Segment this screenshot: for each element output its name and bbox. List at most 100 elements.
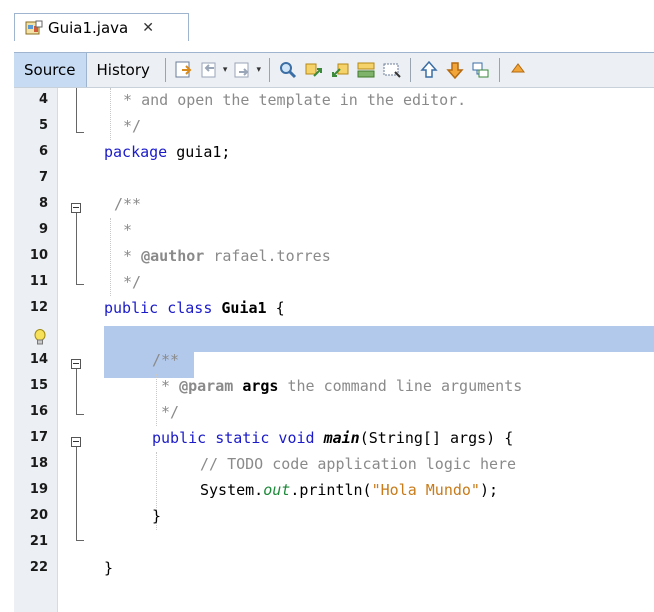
line-number: 21 [29, 534, 48, 549]
code-text: * @author rafael.torres [114, 247, 331, 265]
code-line[interactable]: 22} [14, 556, 654, 582]
find-selection-icon[interactable] [381, 59, 403, 81]
code-line[interactable]: 9 * [14, 218, 654, 244]
tab-title: Guia1.java [48, 18, 129, 37]
code-token: @author [141, 247, 205, 265]
code-text: * @param args the command line arguments [152, 377, 522, 395]
code-token: .println( [290, 481, 372, 499]
code-text: public static void main(String[] args) { [152, 429, 513, 447]
code-text: /** [152, 351, 179, 369]
code-token: */ [152, 403, 180, 421]
code-text: } [152, 507, 161, 525]
code-token: /** [114, 195, 142, 213]
line-number: 17 [29, 430, 48, 445]
shift-icon[interactable] [507, 59, 529, 81]
line-number: 10 [29, 248, 48, 263]
code-text: // TODO code application logic here [200, 455, 516, 473]
line-number: 20 [29, 508, 48, 523]
line-number: 9 [38, 222, 48, 237]
last-edit-icon[interactable] [173, 59, 195, 81]
line-number: 6 [38, 144, 48, 159]
code-token: * [152, 377, 180, 395]
code-token: * [114, 221, 133, 239]
chevron-down-icon[interactable]: ▾ [256, 65, 261, 75]
code-token: "Hola Mundo" [371, 481, 480, 499]
close-icon[interactable]: ✕ [142, 20, 154, 36]
code-line[interactable]: 11 */ [14, 270, 654, 296]
line-number: 19 [29, 482, 48, 497]
line-number: 8 [38, 196, 48, 211]
previous-bookmark-icon[interactable] [418, 59, 440, 81]
code-line[interactable]: 19 System.out.println("Hola Mundo"); [14, 478, 654, 504]
line-number: 22 [29, 560, 48, 575]
line-number: 5 [38, 118, 48, 133]
code-line[interactable]: 17 public static void main(String[] args)… [14, 426, 654, 452]
find-next-icon[interactable] [329, 59, 351, 81]
code-token: */ [114, 117, 142, 135]
code-line[interactable]: 4 * and open the template in the editor. [14, 88, 654, 114]
code-line[interactable]: 10 * @author rafael.torres [14, 244, 654, 270]
code-editor[interactable]: 4 * and open the template in the editor.… [14, 88, 654, 612]
code-line[interactable]: 5 */ [14, 114, 654, 140]
java-file-icon [25, 20, 43, 36]
tab-guia1-java[interactable]: Guia1.java ✕ [14, 13, 189, 41]
code-token: @param [179, 377, 234, 395]
editor-toolbar: Source History ▾ ▾ [14, 52, 654, 88]
code-text: package guia1; [104, 143, 230, 161]
code-token: args [242, 377, 279, 395]
toolbar-separator [268, 58, 270, 82]
toggle-highlight-icon[interactable] [355, 59, 377, 81]
code-token: // TODO code application logic here [200, 455, 517, 473]
code-line[interactable]: 18 // TODO code application logic here [14, 452, 654, 478]
code-token: } [104, 559, 114, 577]
toolbar-separator [498, 58, 500, 82]
code-token: ); [479, 481, 499, 499]
code-token: } [152, 507, 162, 525]
code-text: System.out.println("Hola Mundo"); [200, 481, 498, 499]
code-token: { [266, 299, 285, 317]
code-line[interactable] [14, 322, 654, 348]
line-number: 11 [29, 274, 48, 289]
code-line[interactable]: 8 /** [14, 192, 654, 218]
find-previous-icon[interactable] [303, 59, 325, 81]
code-token: Guia1 [221, 299, 267, 317]
code-text: */ [152, 403, 179, 421]
line-number: 7 [38, 170, 48, 185]
code-line[interactable]: 15 * @param args the command line argume… [14, 374, 654, 400]
line-number: 18 [29, 456, 48, 471]
chevron-down-icon[interactable]: ▾ [223, 65, 228, 75]
code-line[interactable]: 6 package guia1; [14, 140, 654, 166]
code-token: main [323, 429, 360, 447]
history-tab[interactable]: History [87, 53, 160, 87]
code-token: guia1; [167, 143, 231, 161]
code-token: * [114, 247, 142, 265]
toolbar-separator [409, 58, 411, 82]
code-line[interactable]: 20} [14, 504, 654, 530]
code-token: /** [152, 351, 180, 369]
code-token: out [263, 481, 291, 499]
code-token: the command line arguments [278, 377, 523, 395]
line-number: 16 [29, 404, 48, 419]
code-line[interactable]: 12 public class Guia1 { [14, 296, 654, 322]
code-text: public class Guia1 { [104, 299, 285, 317]
code-token: public static void [152, 429, 315, 447]
line-number: 4 [38, 92, 48, 107]
code-line[interactable]: 16 */ [14, 400, 654, 426]
source-tab[interactable]: Source [14, 53, 87, 87]
next-bookmark-icon[interactable] [444, 59, 466, 81]
code-line[interactable]: 14 /** [14, 348, 654, 374]
code-text: * [114, 221, 132, 239]
code-line[interactable]: 21 [14, 530, 654, 556]
toggle-bookmark-icon[interactable] [470, 59, 492, 81]
forward-icon[interactable] [232, 59, 254, 81]
code-text: */ [114, 273, 141, 291]
code-token: rafael.torres [204, 247, 331, 265]
find-icon[interactable] [277, 59, 299, 81]
code-token: (String[] args) { [359, 429, 514, 447]
code-text: */ [114, 117, 141, 135]
back-icon[interactable] [199, 59, 221, 81]
code-line[interactable]: 7 [14, 166, 654, 192]
code-token: public class [104, 299, 213, 317]
